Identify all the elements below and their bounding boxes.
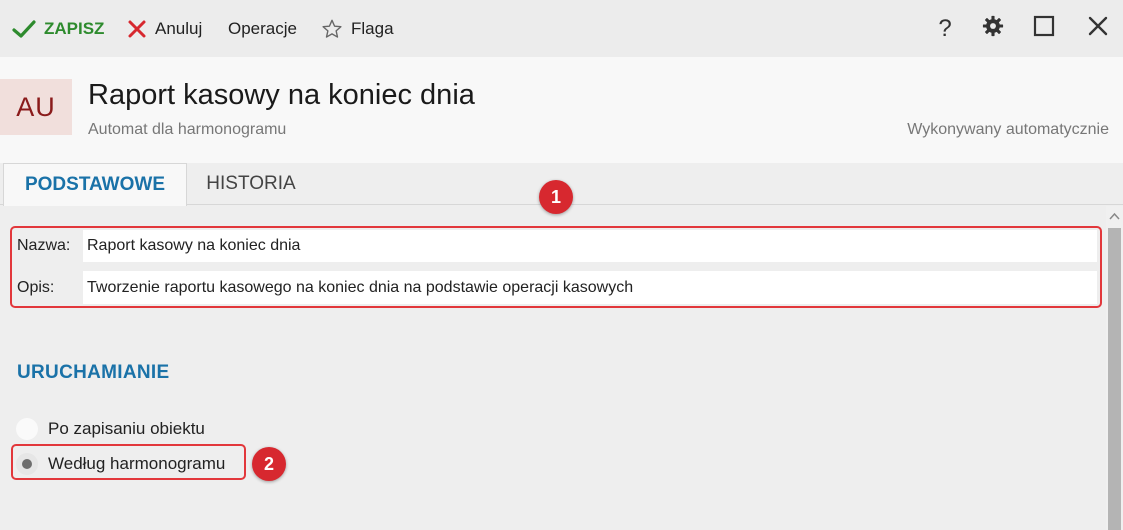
radio-label-by-schedule: Według harmonogramu	[48, 454, 226, 473]
scrollbar-thumb[interactable]	[1108, 228, 1121, 530]
chevron-up-icon	[1109, 207, 1120, 225]
square-icon	[1033, 15, 1055, 42]
radio-label-after-save: Po zapisaniu obiektu	[48, 419, 205, 438]
page-title: Raport kasowy na koniec dnia	[88, 79, 475, 111]
help-button[interactable]: ?	[928, 0, 962, 57]
flag-label: Flaga	[351, 18, 394, 38]
close-button[interactable]	[1081, 0, 1115, 57]
cancel-label: Anuluj	[155, 18, 203, 38]
gear-icon	[982, 15, 1004, 42]
name-label: Nazwa:	[17, 237, 71, 254]
operations-button[interactable]: Operacje	[220, 0, 297, 57]
radio-by-schedule[interactable]: Według harmonogramu	[16, 450, 225, 478]
question-icon: ?	[938, 14, 952, 42]
tab-basic[interactable]: PODSTAWOWE	[3, 163, 187, 206]
radio-circle-by-schedule[interactable]	[16, 453, 38, 475]
description-label: Opis:	[17, 279, 55, 296]
close-icon	[1088, 16, 1108, 41]
checkmark-icon	[12, 19, 36, 39]
star-outline-icon	[321, 18, 343, 40]
flag-button[interactable]: Flaga	[321, 0, 394, 57]
x-icon	[127, 19, 147, 39]
maximize-button[interactable]	[1027, 0, 1061, 57]
launch-section-title: URUCHAMIANIE	[17, 362, 170, 383]
description-input[interactable]: Tworzenie raportu kasowego na koniec dni…	[83, 271, 1097, 304]
vertical-scrollbar[interactable]	[1106, 206, 1123, 530]
scroll-up-button[interactable]	[1106, 206, 1123, 226]
toolbar: ZAPISZ Anuluj Operacje Flaga ?	[0, 0, 1123, 57]
name-input[interactable]: Raport kasowy na koniec dnia	[83, 230, 1097, 262]
radio-after-save[interactable]: Po zapisaniu obiektu	[16, 415, 205, 443]
automation-form-window: ZAPISZ Anuluj Operacje Flaga ? AU Raport…	[0, 0, 1123, 530]
page-subtitle: Automat dla harmonogramu	[88, 121, 287, 138]
avatar: AU	[0, 79, 72, 135]
settings-button[interactable]	[976, 0, 1010, 57]
annotation-badge-2: 2	[252, 447, 286, 481]
record-header: AU Raport kasowy na koniec dnia Automat …	[0, 57, 1123, 163]
annotation-badge-1: 1	[539, 180, 573, 214]
execution-mode-label: Wykonywany automatycznie	[907, 121, 1109, 138]
save-label: ZAPISZ	[44, 18, 105, 38]
cancel-button[interactable]: Anuluj	[127, 0, 202, 57]
radio-circle-after-save[interactable]	[16, 418, 38, 440]
operations-label: Operacje	[228, 18, 297, 38]
tab-history[interactable]: HISTORIA	[187, 163, 315, 205]
save-button[interactable]: ZAPISZ	[12, 0, 104, 57]
